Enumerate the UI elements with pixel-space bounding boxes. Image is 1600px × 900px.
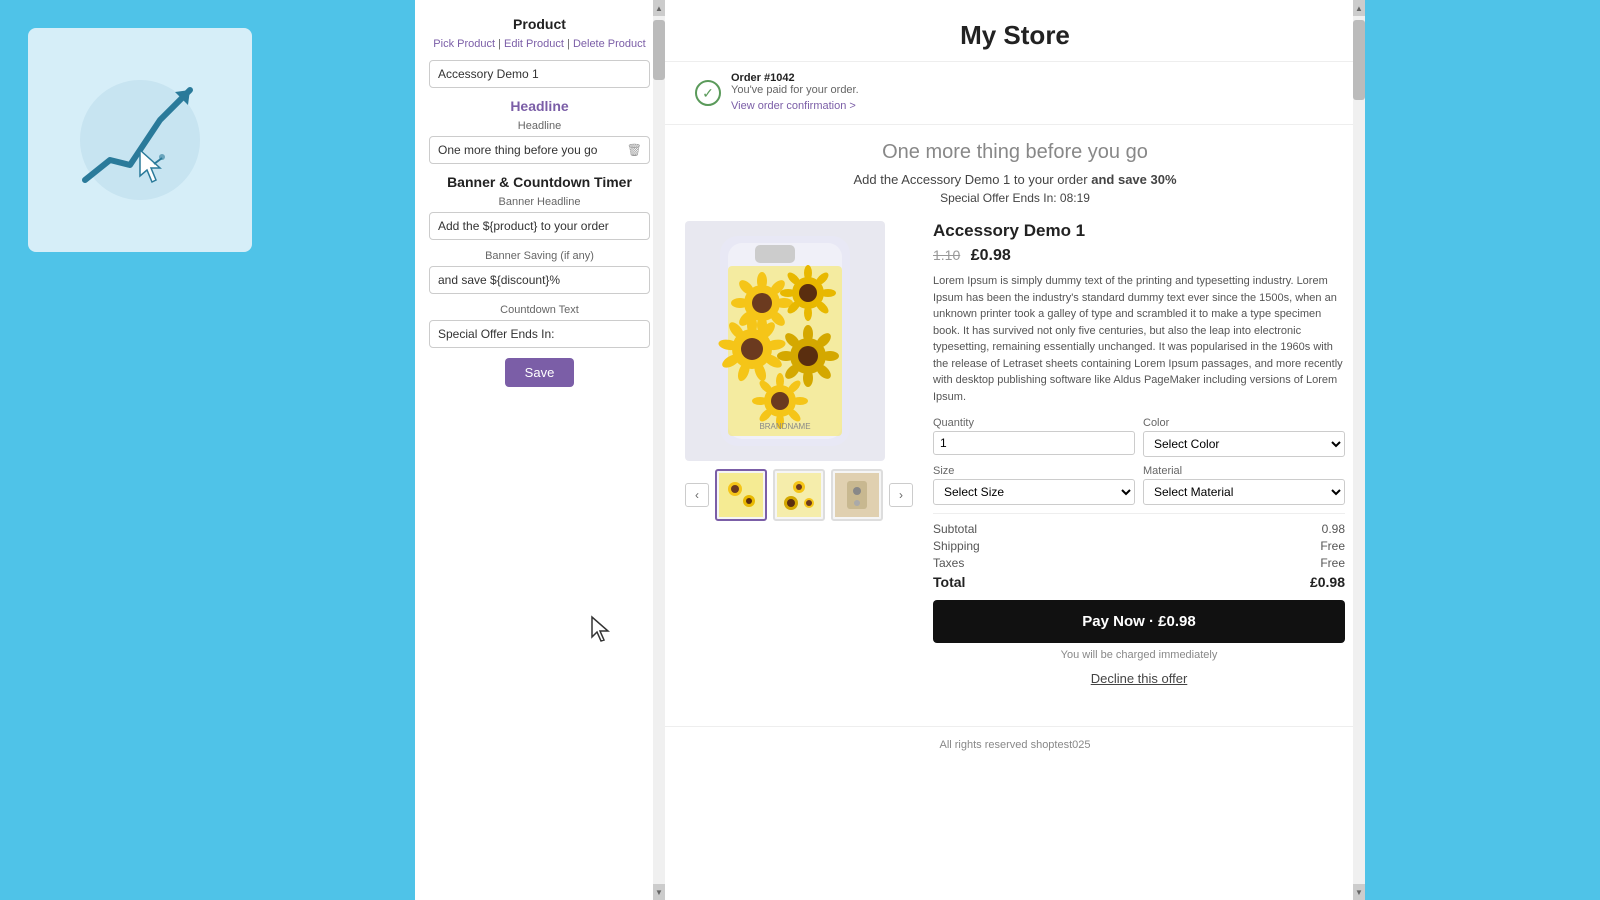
banner-saving-label: Banner Saving (if any) [429, 250, 650, 262]
order-number: Order #1042 [731, 72, 859, 84]
product-input[interactable] [429, 60, 650, 88]
product-section: BRANDNAME ‹ [665, 221, 1365, 726]
upsell-banner-text: Add the Accessory Demo 1 to your order a… [665, 172, 1365, 187]
preview-scroll-thumb[interactable] [1353, 20, 1365, 100]
thumb-next-button[interactable]: › [889, 483, 913, 507]
view-order-link[interactable]: View order confirmation > [731, 100, 856, 112]
material-label: Material [1143, 465, 1345, 477]
product-images: BRANDNAME ‹ [685, 221, 913, 706]
decorative-panel [28, 28, 252, 252]
shipping-row: Shipping Free [933, 539, 1345, 553]
product-description: Lorem Ipsum is simply dummy text of the … [933, 273, 1345, 405]
editor-scroll-down[interactable]: ▼ [653, 884, 665, 900]
pay-now-button[interactable]: Pay Now · £0.98 [933, 600, 1345, 643]
price-original: 1.10 [933, 247, 960, 263]
offer-timer: Special Offer Ends In: 08:19 [665, 191, 1365, 205]
thumbnail-3[interactable] [831, 469, 883, 521]
product-name: Accessory Demo 1 [933, 221, 1345, 241]
subtotal-value: 0.98 [1322, 522, 1345, 536]
headline-input[interactable] [429, 136, 650, 164]
editor-scroll-thumb[interactable] [653, 20, 665, 80]
store-name: My Store [665, 0, 1365, 61]
price-row: 1.10 £0.98 [933, 247, 1345, 265]
banner-saving-input[interactable] [429, 266, 650, 294]
thumbnail-2[interactable] [773, 469, 825, 521]
order-confirmation-bar: ✓ Order #1042 You've paid for your order… [665, 61, 1365, 125]
pick-product-link[interactable]: Pick Product [433, 38, 495, 50]
preview-panel: My Store ✓ Order #1042 You've paid for y… [665, 0, 1365, 900]
banner-section-title: Banner & Countdown Timer [429, 174, 650, 190]
price-summary: Subtotal 0.98 Shipping Free Taxes Free T… [933, 513, 1345, 590]
check-circle-icon: ✓ [695, 80, 721, 106]
shipping-value: Free [1320, 539, 1345, 553]
footer-text: All rights reserved shoptest025 [665, 726, 1365, 763]
size-group: Size Select Size [933, 465, 1135, 505]
size-select[interactable]: Select Size [933, 479, 1135, 505]
editor-scrollbar[interactable]: ▲ ▼ [653, 0, 665, 900]
order-message: You've paid for your order. [731, 84, 859, 96]
quantity-label: Quantity [933, 417, 1135, 429]
subtotal-row: Subtotal 0.98 [933, 522, 1345, 536]
taxes-value: Free [1320, 556, 1345, 570]
price-sale: £0.98 [971, 247, 1011, 264]
color-group: Color Select Color [1143, 417, 1345, 457]
shipping-label: Shipping [933, 539, 980, 553]
upsell-heading: One more thing before you go [665, 141, 1365, 164]
delete-product-link[interactable]: Delete Product [573, 38, 646, 50]
chart-icon [70, 70, 210, 210]
order-info: Order #1042 You've paid for your order. … [731, 72, 859, 114]
material-select[interactable]: Select Material [1143, 479, 1345, 505]
edit-product-link[interactable]: Edit Product [504, 38, 564, 50]
headline-label: Headline [429, 120, 650, 132]
preview-scroll-down[interactable]: ▼ [1353, 884, 1365, 900]
countdown-input[interactable] [429, 320, 650, 348]
total-label: Total [933, 574, 965, 590]
svg-text:BRANDNAME: BRANDNAME [759, 422, 810, 431]
trash-icon[interactable]: 🗑 [627, 143, 642, 157]
thumbnail-1[interactable] [715, 469, 767, 521]
save-button[interactable]: Save [505, 358, 575, 387]
thumbnail-row: ‹ [685, 469, 913, 521]
quantity-group: Quantity [933, 417, 1135, 457]
taxes-row: Taxes Free [933, 556, 1345, 570]
total-row: Total £0.98 [933, 574, 1345, 590]
banner-headline-label: Banner Headline [429, 196, 650, 208]
editor-scroll-up[interactable]: ▲ [653, 0, 665, 16]
taxes-label: Taxes [933, 556, 964, 570]
color-select[interactable]: Select Color [1143, 431, 1345, 457]
decline-offer-link[interactable]: Decline this offer [933, 671, 1345, 686]
editor-panel: Product Pick Product | Edit Product | De… [415, 0, 665, 900]
main-product-image: BRANDNAME [685, 221, 885, 461]
product-links: Pick Product | Edit Product | Delete Pro… [429, 38, 650, 50]
preview-scroll-up[interactable]: ▲ [1353, 0, 1365, 16]
subtotal-label: Subtotal [933, 522, 977, 536]
size-label: Size [933, 465, 1135, 477]
product-section-title: Product [429, 16, 650, 32]
headline-input-row: 🗑 [429, 136, 650, 164]
banner-headline-input[interactable] [429, 212, 650, 240]
preview-scrollbar[interactable]: ▲ ▼ [1353, 0, 1365, 900]
product-image-svg: BRANDNAME [700, 231, 870, 451]
charged-text: You will be charged immediately [933, 649, 1345, 661]
options-grid: Quantity Color Select Color Size Select … [933, 417, 1345, 505]
headline-section-title: Headline [429, 98, 650, 114]
quantity-input[interactable] [933, 431, 1135, 455]
thumb-prev-button[interactable]: ‹ [685, 483, 709, 507]
countdown-label: Countdown Text [429, 304, 650, 316]
color-label: Color [1143, 417, 1345, 429]
material-group: Material Select Material [1143, 465, 1345, 505]
product-details: Accessory Demo 1 1.10 £0.98 Lorem Ipsum … [933, 221, 1345, 706]
total-value: £0.98 [1310, 574, 1345, 590]
